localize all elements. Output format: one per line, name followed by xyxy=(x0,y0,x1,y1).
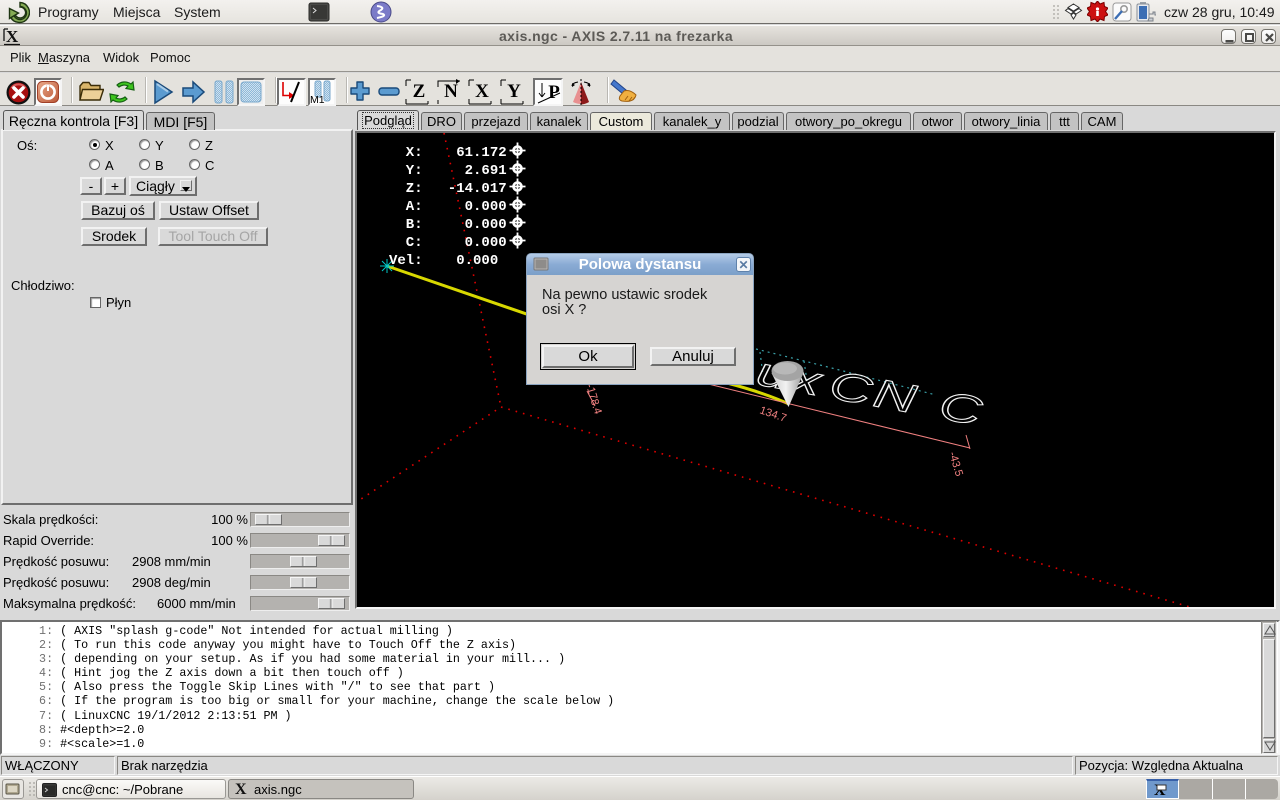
svg-text:A: 0.000: A: 0.000 xyxy=(389,199,507,215)
svg-text:X: 61.172: X: 61.172 xyxy=(389,145,507,161)
svg-text:134.7: 134.7 xyxy=(758,404,788,424)
svg-text:Vel: 0.000: Vel: 0.000 xyxy=(389,253,498,269)
svg-text:Z: -14.017: Z: -14.017 xyxy=(389,181,507,197)
svg-text:M1: M1 xyxy=(310,94,325,104)
svg-text:B: 0.000: B: 0.000 xyxy=(389,217,507,233)
svg-text:C: 0.000: C: 0.000 xyxy=(389,235,507,251)
svg-text:-178.4: -178.4 xyxy=(583,382,604,415)
svg-text:-43.5: -43.5 xyxy=(946,450,965,477)
svg-text:Y: 2.691: Y: 2.691 xyxy=(389,163,507,179)
